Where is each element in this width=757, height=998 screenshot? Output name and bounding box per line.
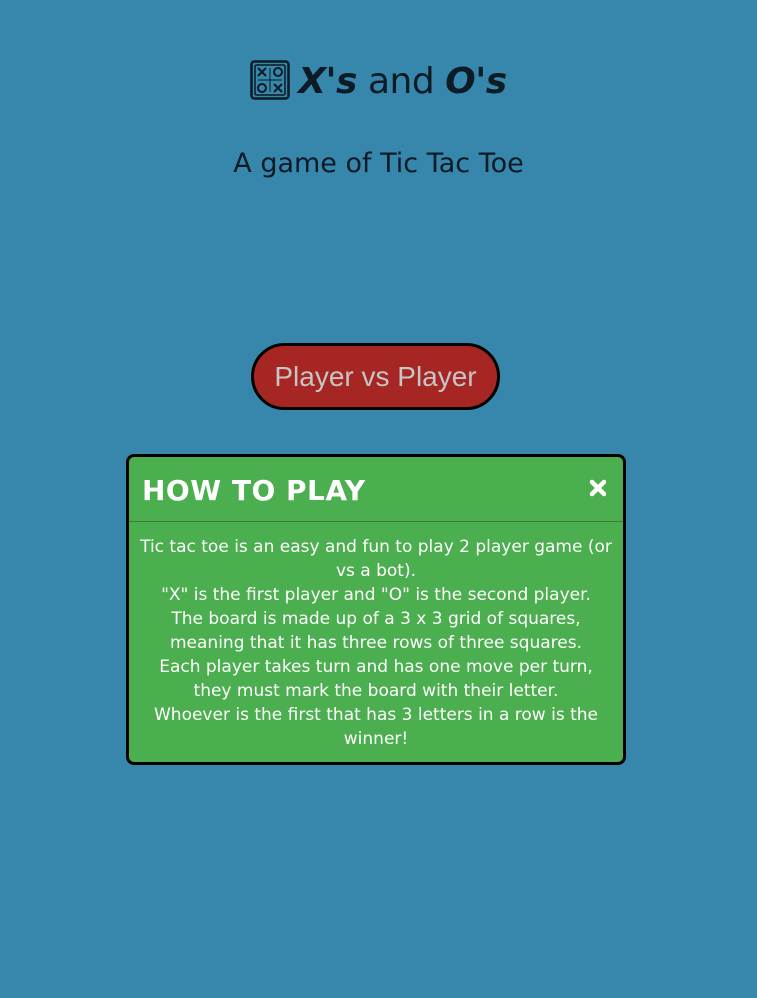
title-and: and — [367, 61, 435, 102]
close-button[interactable] — [585, 475, 611, 501]
instruction-line: Each player takes turn and has one move … — [159, 657, 593, 701]
tic-tac-toe-logo-icon — [250, 60, 291, 100]
modal-header: HOW TO PLAY — [129, 457, 623, 522]
modal-title: HOW TO PLAY — [142, 474, 366, 507]
how-to-play-modal: HOW TO PLAY Tic tac toe is an easy and f… — [126, 454, 626, 765]
page-title: X's and O's — [298, 52, 507, 112]
instruction-line: "X" is the first player and "O" is the s… — [161, 585, 591, 605]
title-o: O's — [445, 61, 507, 102]
title-x: X's — [298, 61, 357, 102]
page-header: X's and O's — [0, 52, 757, 112]
instruction-line: Whoever is the first that has 3 letters … — [153, 705, 599, 749]
close-icon — [589, 479, 607, 497]
page-subtitle: A game of Tic Tac Toe — [233, 148, 524, 179]
instruction-line: Tic tac toe is an easy and fun to play 2… — [140, 537, 612, 581]
modal-body: Tic tac toe is an easy and fun to play 2… — [139, 535, 613, 751]
instruction-line: The board is made up of a 3 x 3 grid of … — [170, 609, 582, 653]
player-vs-player-button[interactable]: Player vs Player — [251, 343, 500, 410]
